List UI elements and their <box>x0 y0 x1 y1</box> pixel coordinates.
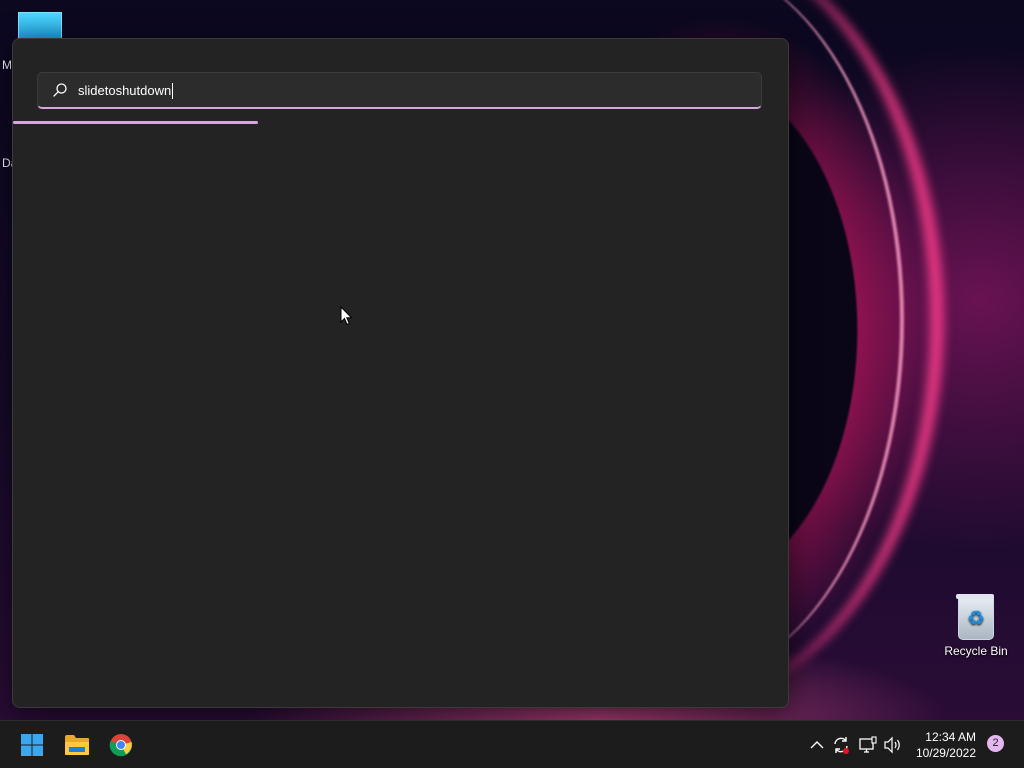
recycle-bin-label: Recycle Bin <box>944 644 1008 658</box>
show-hidden-icons-button[interactable] <box>807 735 827 755</box>
mouse-cursor-icon <box>340 306 353 326</box>
folder-icon <box>65 735 89 755</box>
network-tray-button[interactable] <box>858 735 878 755</box>
taskbar-clock[interactable]: 12:34 AM 10/29/2022 <box>916 729 976 761</box>
search-input[interactable]: slidetoshutdown <box>37 72 762 109</box>
search-progress-bar <box>13 121 258 124</box>
recycle-bin[interactable]: ♻ Recycle Bin <box>940 594 1012 658</box>
sync-icon <box>834 737 849 754</box>
search-query-text: slidetoshutdown <box>78 83 174 99</box>
network-icon <box>859 736 877 753</box>
taskbar: 12:34 AM 10/29/2022 <box>0 720 1024 768</box>
chrome-button[interactable] <box>103 729 139 761</box>
file-explorer-button[interactable] <box>59 729 95 761</box>
windows-logo-icon <box>21 734 43 756</box>
volume-icon <box>884 736 900 754</box>
start-button[interactable] <box>14 729 50 761</box>
recycle-bin-icon: ♻ <box>956 594 994 640</box>
volume-tray-button[interactable] <box>883 735 903 755</box>
clock-date: 10/29/2022 <box>915 746 976 760</box>
clock-time: 12:34 AM <box>925 730 976 744</box>
notification-badge[interactable]: 2 <box>987 735 1004 752</box>
search-panel: slidetoshutdown <box>12 38 789 708</box>
search-icon <box>53 83 67 97</box>
chrome-icon <box>109 734 133 757</box>
desktop-icon-label: M <box>2 58 12 72</box>
chevron-up-icon <box>810 741 824 749</box>
sync-tray-button[interactable] <box>831 735 851 755</box>
